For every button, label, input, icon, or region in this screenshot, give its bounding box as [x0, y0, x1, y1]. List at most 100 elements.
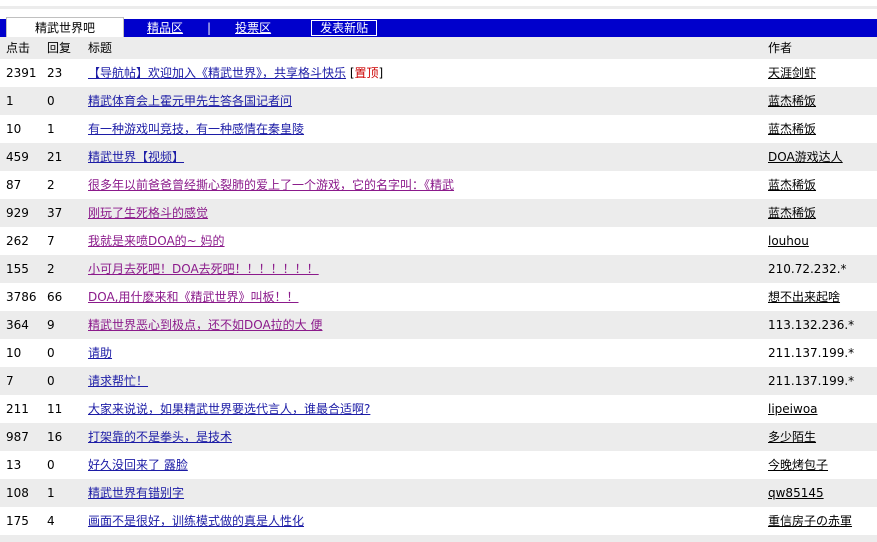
thread-title-cell: 精武体育会上霍元甲先生答各国记者问	[88, 87, 292, 115]
thread-row: 7 0 请求帮忙！ 211.137.199.*	[0, 367, 877, 395]
thread-row: 2391 23 【导航帖】欢迎加入《精武世界》，共享格斗快乐 [置顶] 天涯剑虾	[0, 59, 877, 87]
thread-click-count: 13	[6, 458, 22, 472]
tab-vote[interactable]: 投票区	[235, 19, 271, 37]
column-header-clicks: 点击	[6, 41, 31, 55]
column-header-title: 标题	[88, 41, 113, 55]
thread-author-ip: 211.137.199.*	[768, 374, 855, 388]
thread-click-count: 211	[6, 402, 29, 416]
thread-author-link[interactable]: DOA游戏达人	[768, 143, 843, 171]
thread-title-cell: 画面不是很好，训练模式做的真是人性化	[88, 507, 304, 535]
thread-reply-count: 21	[47, 150, 63, 164]
thread-title-cell: 有一种游戏叫竞技，有一种感情在秦皇陵	[88, 115, 304, 143]
top-divider	[0, 6, 877, 9]
tab-featured[interactable]: 精品区	[147, 19, 183, 37]
thread-title-cell: 【导航帖】欢迎加入《精武世界》，共享格斗快乐 [置顶]	[88, 59, 383, 87]
thread-click-count: 155	[6, 262, 29, 276]
thread-click-count: 10	[6, 122, 22, 136]
thread-row: 13 0 好久没回来了 露脸 今晚烤包子	[0, 451, 877, 479]
thread-reply-count: 23	[47, 66, 63, 80]
thread-title-link[interactable]: 小可月去死吧！DOA去死吧！！！！！！！	[88, 262, 319, 276]
tab-forum-home[interactable]: 精武世界吧	[6, 17, 124, 38]
thread-author-ip: 211.137.199.*	[768, 346, 855, 360]
thread-row: 108 1 精武世界有错别字 qw85145	[0, 479, 877, 507]
thread-reply-count: 0	[47, 458, 55, 472]
thread-title-link[interactable]: 【导航帖】欢迎加入《精武世界》，共享格斗快乐	[88, 66, 346, 80]
thread-title-link[interactable]: 请助	[88, 346, 112, 360]
thread-author-link[interactable]: 重信房子の赤軍	[768, 507, 852, 535]
thread-click-count: 987	[6, 430, 29, 444]
thread-table-header: 点击 回复 标题 作者	[0, 37, 877, 59]
thread-reply-count: 37	[47, 206, 63, 220]
thread-reply-count: 0	[47, 94, 55, 108]
thread-reply-count: 9	[47, 318, 55, 332]
thread-author-link[interactable]: lipeiwoa	[768, 395, 818, 423]
tab-separator: |	[207, 21, 212, 35]
thread-click-count: 364	[6, 318, 29, 332]
thread-author-link[interactable]: 蓝杰稀饭	[768, 199, 816, 227]
thread-reply-count: 7	[47, 234, 55, 248]
thread-reply-count: 16	[47, 430, 63, 444]
thread-author-link[interactable]: 蓝杰稀饭	[768, 171, 816, 199]
thread-title-cell: 精武世界【视频】	[88, 143, 184, 171]
thread-title-cell: 小可月去死吧！DOA去死吧！！！！！！！	[88, 255, 319, 283]
thread-author-ip: 113.132.236.*	[768, 318, 855, 332]
thread-title-cell: 精武世界恶心到极点，还不如DOA拉的大 便	[88, 311, 323, 339]
thread-row: 10 0 请助 211.137.199.*	[0, 339, 877, 367]
thread-title-link[interactable]: 请求帮忙！	[88, 374, 148, 388]
thread-title-link[interactable]: 有一种游戏叫竞技，有一种感情在秦皇陵	[88, 122, 304, 136]
bottom-divider	[0, 535, 877, 542]
thread-title-link[interactable]: 很多年以前爸爸曾经撕心裂肺的爱上了一个游戏，它的名字叫：《精武	[88, 178, 454, 192]
thread-title-link[interactable]: 精武世界【视频】	[88, 150, 184, 164]
thread-title-link[interactable]: DOA,用什麽来和《精武世界》叫板！！	[88, 290, 299, 304]
thread-title-link[interactable]: 打架靠的不是拳头，是技术	[88, 430, 232, 444]
thread-title-cell: 请助	[88, 339, 112, 367]
thread-author-ip: 210.72.232.*	[768, 262, 847, 276]
thread-title-link[interactable]: 精武体育会上霍元甲先生答各国记者问	[88, 94, 292, 108]
thread-title-link[interactable]: 我就是来喷DOA的~ 妈的	[88, 234, 225, 248]
thread-reply-count: 4	[47, 514, 55, 528]
thread-click-count: 87	[6, 178, 22, 192]
thread-author-link[interactable]: 今晚烤包子	[768, 451, 828, 479]
thread-title-link[interactable]: 大家来说说，如果精武世界要选代言人，谁最合适啊?	[88, 402, 370, 416]
thread-reply-count: 66	[47, 290, 63, 304]
thread-author-link[interactable]: 想不出来起啥	[768, 283, 840, 311]
pinned-badge: 置顶	[354, 66, 379, 80]
thread-title-cell: 请求帮忙！	[88, 367, 148, 395]
thread-click-count: 2391	[6, 66, 37, 80]
new-post-button[interactable]: 发表新贴	[311, 20, 378, 36]
thread-title-link[interactable]: 好久没回来了 露脸	[88, 458, 188, 472]
thread-reply-count: 0	[47, 374, 55, 388]
thread-author-link[interactable]: 天涯剑虾	[768, 59, 816, 87]
thread-row: 155 2 小可月去死吧！DOA去死吧！！！！！！！ 210.72.232.*	[0, 255, 877, 283]
thread-click-count: 108	[6, 486, 29, 500]
thread-row: 459 21 精武世界【视频】 DOA游戏达人	[0, 143, 877, 171]
thread-author-link[interactable]: 蓝杰稀饭	[768, 115, 816, 143]
thread-click-count: 1	[6, 94, 14, 108]
thread-row: 987 16 打架靠的不是拳头，是技术 多少陌生	[0, 423, 877, 451]
thread-click-count: 929	[6, 206, 29, 220]
thread-title-cell: 我就是来喷DOA的~ 妈的	[88, 227, 225, 255]
thread-click-count: 10	[6, 346, 22, 360]
thread-author-link[interactable]: qw85145	[768, 479, 824, 507]
thread-row: 262 7 我就是来喷DOA的~ 妈的 louhou	[0, 227, 877, 255]
thread-title-link[interactable]: 精武世界恶心到极点，还不如DOA拉的大 便	[88, 318, 323, 332]
thread-title-cell: 刚玩了生死格斗的感觉	[88, 199, 208, 227]
thread-row: 364 9 精武世界恶心到极点，还不如DOA拉的大 便 113.132.236.*	[0, 311, 877, 339]
forum-tab-bar: 精武世界吧 精品区 | 投票区 发表新贴	[0, 17, 877, 38]
column-header-author: 作者	[768, 41, 793, 55]
thread-author-link[interactable]: louhou	[768, 227, 809, 255]
thread-title-link[interactable]: 刚玩了生死格斗的感觉	[88, 206, 208, 220]
pinned-bracket-close: ]	[378, 66, 384, 80]
thread-title-link[interactable]: 精武世界有错别字	[88, 486, 184, 500]
thread-author-link[interactable]: 多少陌生	[768, 423, 816, 451]
thread-reply-count: 0	[47, 346, 55, 360]
thread-author-link[interactable]: 蓝杰稀饭	[768, 87, 816, 115]
thread-title-cell: DOA,用什麽来和《精武世界》叫板！！	[88, 283, 299, 311]
thread-click-count: 3786	[6, 290, 37, 304]
thread-title-link[interactable]: 画面不是很好，训练模式做的真是人性化	[88, 514, 304, 528]
thread-click-count: 262	[6, 234, 29, 248]
thread-row: 3786 66 DOA,用什麽来和《精武世界》叫板！！ 想不出来起啥	[0, 283, 877, 311]
thread-click-count: 7	[6, 374, 14, 388]
thread-reply-count: 11	[47, 402, 63, 416]
thread-title-cell: 很多年以前爸爸曾经撕心裂肺的爱上了一个游戏，它的名字叫：《精武	[88, 171, 454, 199]
